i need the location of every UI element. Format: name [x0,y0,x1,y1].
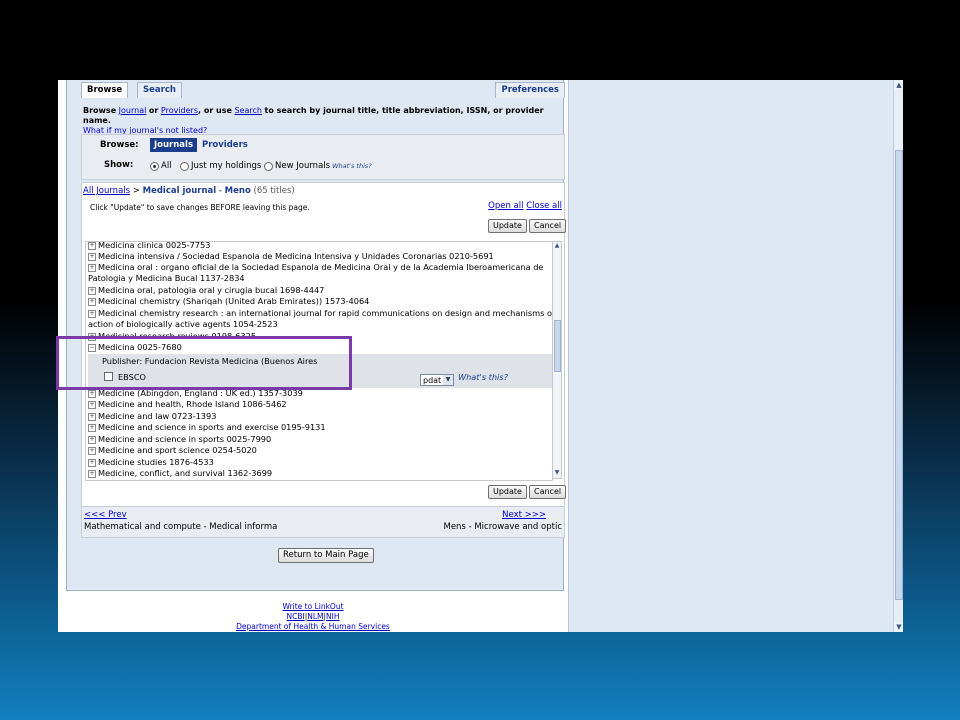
format-select[interactable]: pdat ▼ [420,374,454,386]
tab-bar: Browse Search Preferences [81,80,565,98]
expand-icon[interactable]: + [88,413,96,421]
expand-icon[interactable]: + [88,436,96,444]
expand-icon[interactable]: + [88,390,96,398]
pager: <<< Prev Next >>> Mathematical and compu… [81,506,565,538]
scroll-up-icon[interactable]: ▲ [894,80,903,90]
scroll-up-icon[interactable]: ▲ [553,242,561,251]
radio-all-button[interactable] [150,161,159,171]
update-button-bottom[interactable]: Update [488,485,527,499]
show-label: Show: [104,160,134,170]
providers-toggle[interactable]: Providers [198,138,252,152]
list-item[interactable]: + Medicinal chemistry (Shariqah (United A… [88,296,369,307]
providers-link[interactable]: Providers [161,106,198,115]
scroll-down-icon[interactable]: ▼ [553,469,561,478]
list-item[interactable]: + Medicine and law 0723-1393 [88,411,216,422]
list-item[interactable]: + Medicina intensiva / Sociedad Espanola … [88,251,494,262]
expand-icon[interactable]: + [88,298,96,306]
prev-link[interactable]: <<< Prev [84,510,127,520]
open-all-link[interactable]: Open all [488,201,523,211]
blank-pane [568,80,894,632]
window-scrollbar[interactable]: ▲ ▼ [893,80,903,632]
update-button-top[interactable]: Update [488,219,527,233]
expand-icon[interactable]: + [88,242,96,250]
breadcrumb-medical: Medical journal [142,186,217,196]
journal-link[interactable]: Journal [119,106,147,115]
next-link[interactable]: Next >>> [502,510,546,520]
expand-icon[interactable]: + [88,287,96,295]
expand-icon[interactable]: + [88,253,96,261]
list-scrollbar[interactable]: ▲ ▼ [552,241,562,479]
list-scroll-thumb[interactable] [554,320,561,372]
breadcrumb-sep: > [132,186,140,196]
radio-new[interactable]: New Journals What's this? [264,161,372,171]
expand-icon[interactable]: + [88,310,96,318]
breadcrumb-dash: - [218,186,222,196]
list-item[interactable]: + Medicina oral : organo oficial de la So… [88,262,543,273]
filter-box: Browse: Journals Providers Show: All Jus… [81,134,565,180]
footer: Write to LinkOut NCBI|NLM|NIH Department… [236,602,390,631]
list-item[interactable]: + Medicine and sport science 0254-5020 [88,445,257,456]
title-count: (65 titles) [253,186,295,196]
radio-all[interactable]: All [150,161,172,171]
radio-holdings-button[interactable] [180,161,189,171]
list-item[interactable]: + Medicine and science in sports 0025-799… [88,434,271,445]
radio-holdings[interactable]: Just my holdings [180,161,261,171]
whats-this-link[interactable]: What's this? [332,162,372,170]
prev-range: Mathematical and compute - Medical infor… [84,522,278,532]
radio-all-label: All [161,161,172,171]
breadcrumb: All Journals > Medical journal - Meno (6… [83,186,295,196]
nlm-link[interactable]: NLM [307,612,323,621]
expand-icon[interactable]: + [88,447,96,455]
format-whats-this-link[interactable]: What's this? [458,372,508,383]
list-item[interactable]: + Medicinal chemistry research : an inter… [88,308,552,319]
tab-browse[interactable]: Browse [81,82,129,98]
list-item-cont: action of biologically active agents 105… [88,319,278,329]
tab-search[interactable]: Search [137,82,182,98]
open-close-links: Open all Close all [488,201,562,211]
radio-new-button[interactable] [264,161,273,171]
dhhs-link[interactable]: Department of Health & Human Services [236,622,390,631]
tab-preferences[interactable]: Preferences [495,82,565,98]
expand-icon[interactable]: + [88,470,96,478]
list-item[interactable]: + Medicine and science in sports and exer… [88,422,326,433]
intro-or: or [148,106,159,115]
breadcrumb-all-journals[interactable]: All Journals [83,186,130,196]
intro-text: Browse Journal or Providers, or use Sear… [83,106,563,136]
update-hint: Click "Update" to save changes BEFORE le… [90,203,310,212]
search-link[interactable]: Search [234,106,261,115]
nih-link[interactable]: NIH [326,612,339,621]
expand-icon[interactable]: + [88,459,96,467]
chevron-down-icon[interactable]: ▼ [443,375,453,385]
expand-icon[interactable]: + [88,424,96,432]
close-all-link[interactable]: Close all [526,201,562,211]
ncbi-link[interactable]: NCBI [286,612,304,621]
radio-holdings-label: Just my holdings [191,161,262,171]
expand-icon[interactable]: + [88,401,96,409]
browse-label: Browse: [100,140,139,150]
intro-browse: Browse [83,106,117,115]
return-main-button[interactable]: Return to Main Page [278,548,374,563]
expand-icon[interactable]: + [88,264,96,272]
list-item[interactable]: + Medicina clinica 0025-7753 [88,242,210,251]
next-range: Mens - Microwave and optic [443,522,562,532]
list-item[interactable]: + Medicine and health, Rhode Island 1086-… [88,399,287,410]
list-item-cont: Patologia y Medicina Bucal 1137-2834 [88,273,245,283]
journals-toggle[interactable]: Journals [150,138,198,152]
breadcrumb-meno: Meno [224,186,251,196]
cancel-button-top[interactable]: Cancel [529,219,567,233]
list-item[interactable]: + Medicine, conflict, and survival 1362-3… [88,468,272,479]
highlight-box [56,336,352,390]
intro-or-use: , or use [198,106,232,115]
list-item[interactable]: + Medicina oral, patologia oral y cirugia… [88,285,324,296]
write-linkout-link[interactable]: Write to LinkOut [282,602,343,611]
cancel-button-bottom[interactable]: Cancel [529,485,567,499]
list-item[interactable]: + Medicine studies 1876-4533 [88,457,214,468]
radio-new-label: New Journals [275,161,331,171]
scroll-down-icon[interactable]: ▼ [894,622,903,632]
window-scroll-thumb[interactable] [895,150,903,600]
